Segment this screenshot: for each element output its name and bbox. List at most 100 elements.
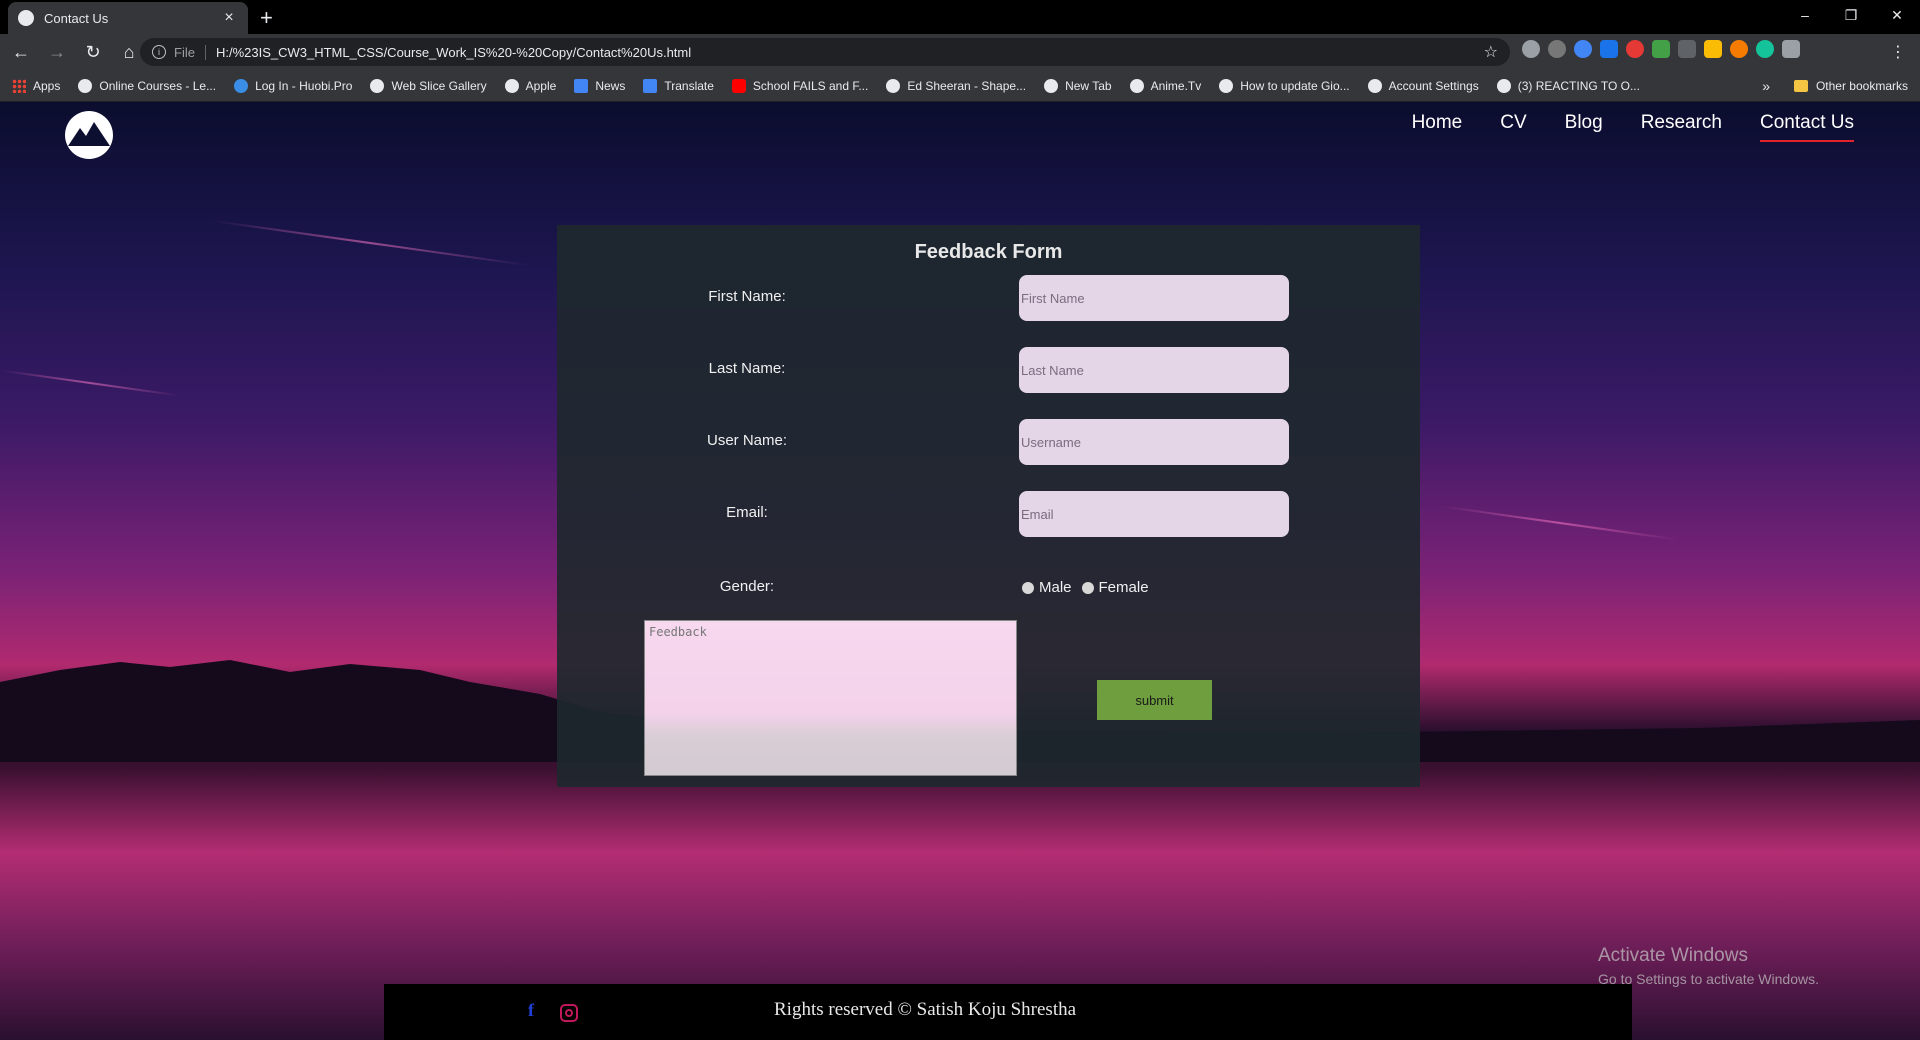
grammarly-icon[interactable]	[1756, 40, 1774, 58]
browser-menu-icon[interactable]: ⋮	[1890, 42, 1906, 62]
nav-link-blog[interactable]: Blog	[1565, 112, 1603, 142]
form-title: Feedback Form	[914, 241, 1063, 263]
apple-icon	[504, 78, 519, 93]
tab-strip: Contact Us × + – ❐ ✕	[0, 0, 1920, 34]
minimize-button[interactable]: –	[1782, 0, 1828, 30]
shield-extension-icon[interactable]	[1626, 40, 1644, 58]
note-extension-icon[interactable]	[1704, 40, 1722, 58]
last-name-label: Last Name:	[708, 360, 786, 377]
apps-grid-icon	[12, 78, 26, 93]
facebook-icon[interactable]: f	[528, 1000, 534, 1021]
settings-extension-icon[interactable]	[1522, 40, 1540, 58]
bookmark-item[interactable]: New Tab	[1044, 78, 1112, 93]
bookmark-item[interactable]: Anime.Tv	[1129, 78, 1202, 93]
gender-female-label[interactable]: Female	[1099, 579, 1149, 596]
email-input[interactable]	[1019, 491, 1289, 537]
email-label: Email:	[726, 504, 768, 521]
other-bookmarks[interactable]: Other bookmarks	[1793, 78, 1908, 93]
globe-icon	[18, 10, 34, 26]
bookmark-item[interactable]: Translate	[643, 78, 714, 93]
gender-male-label[interactable]: Male	[1039, 579, 1072, 596]
bookmarks-bar: Apps Online Courses - Le... Log In - Huobi…	[0, 70, 1920, 102]
globe-icon	[1044, 78, 1059, 93]
bookmark-label: Web Slice Gallery	[391, 78, 487, 93]
nav-link-contact-us[interactable]: Contact Us	[1760, 112, 1854, 142]
footer-copyright: Rights reserved © Satish Koju Shrestha	[774, 999, 1077, 1020]
back-button[interactable]: ←	[6, 37, 36, 67]
nav-link-home[interactable]: Home	[1412, 112, 1463, 142]
browser-tab[interactable]: Contact Us ×	[8, 2, 248, 34]
reload-button[interactable]: ↻	[78, 37, 108, 67]
url-text[interactable]: H:/%23IS_CW3_HTML_CSS/Course_Work_IS%20-…	[216, 45, 1484, 60]
extensions-area	[1522, 40, 1800, 58]
bookmark-item[interactable]: Log In - Huobi.Pro	[234, 78, 353, 93]
bookmark-item[interactable]: Ed Sheeran - Shape...	[886, 78, 1027, 93]
bookmark-item[interactable]: (3) REACTING TO O...	[1496, 78, 1640, 93]
site-footer: f Rights reserved © Satish Koju Shrestha	[384, 984, 1632, 1040]
sync-extension-icon[interactable]	[1574, 40, 1592, 58]
profile-extension-icon[interactable]	[1782, 40, 1800, 58]
bookmarks-overflow-button[interactable]: »	[1762, 78, 1770, 94]
username-input[interactable]	[1019, 419, 1289, 465]
bookmark-item[interactable]: News	[574, 78, 625, 93]
restore-button[interactable]: ❐	[1828, 0, 1874, 30]
globe-icon	[78, 78, 93, 93]
bookmark-item[interactable]: How to update Gio...	[1219, 78, 1350, 93]
bookmark-label: Ed Sheeran - Shape...	[907, 78, 1027, 93]
leaf-extension-icon[interactable]	[1652, 40, 1670, 58]
bookmark-label: Apple	[525, 78, 557, 93]
last-name-input[interactable]	[1019, 347, 1289, 393]
gender-male-radio[interactable]	[1022, 581, 1034, 594]
gender-female-radio[interactable]	[1081, 581, 1094, 594]
bookmark-label: Anime.Tv	[1150, 78, 1202, 93]
bookmark-label: New Tab	[1065, 78, 1112, 93]
bookmark-item[interactable]: Online Courses - Le...	[78, 78, 217, 93]
bookmark-item[interactable]: School FAILS and F...	[731, 78, 868, 93]
page-viewport: SATISH Home CV Blog Research Contact Us Feed…	[0, 102, 1920, 1040]
address-bar[interactable]: i File H:/%23IS_CW3_HTML_CSS/Course_Work…	[140, 38, 1510, 66]
activate-windows-watermark: Activate Windows Go to Settings to activ…	[1598, 945, 1819, 987]
first-name-input[interactable]	[1019, 275, 1289, 321]
feedback-form: Feedback Form First Name: Last Name: Use…	[557, 225, 1420, 787]
feedback-textarea[interactable]	[644, 620, 1017, 776]
tab-title: Contact Us	[44, 10, 109, 26]
instagram-icon[interactable]	[560, 1004, 578, 1022]
new-tab-button[interactable]: +	[260, 5, 273, 31]
site-nav: Home CV Blog Research Contact Us	[1412, 112, 1854, 142]
nav-link-research[interactable]: Research	[1641, 112, 1722, 142]
bookmark-item[interactable]: Web Slice Gallery	[370, 78, 487, 93]
bookmark-item[interactable]: Apps	[12, 78, 60, 93]
gender-options: Male Female	[1022, 579, 1159, 596]
browser-toolbar: ← → ↻ ⌂ i File H:/%23IS_CW3_HTML_CSS/Cou…	[0, 34, 1920, 70]
close-window-button[interactable]: ✕	[1874, 0, 1920, 30]
light-streak	[211, 219, 529, 267]
window-controls: – ❐ ✕	[1782, 0, 1920, 30]
bookmark-label: Account Settings	[1388, 78, 1479, 93]
logo-text: SATISH	[75, 150, 103, 157]
scheme-label: File	[174, 44, 206, 60]
globe-icon	[1219, 78, 1234, 93]
pause-extension-icon[interactable]	[1548, 40, 1566, 58]
nav-link-cv[interactable]: CV	[1500, 112, 1526, 142]
forward-button[interactable]: →	[42, 37, 72, 67]
cloud-extension-icon[interactable]	[1600, 40, 1618, 58]
globe-icon	[1367, 78, 1382, 93]
folder-icon	[1793, 79, 1808, 92]
bookmark-label: Online Courses - Le...	[99, 78, 217, 93]
bookmark-label: How to update Gio...	[1240, 78, 1350, 93]
tab-close-button[interactable]: ×	[220, 9, 238, 27]
chrome-extension-icon[interactable]	[1730, 40, 1748, 58]
bookmark-label: Log In - Huobi.Pro	[255, 78, 353, 93]
bookmark-item[interactable]: Apple	[504, 78, 557, 93]
bookmark-item[interactable]: Account Settings	[1367, 78, 1479, 93]
first-name-label: First Name:	[708, 288, 786, 305]
other-bookmarks-label: Other bookmarks	[1815, 78, 1908, 93]
bookmark-star-icon[interactable]: ☆	[1484, 42, 1498, 62]
move-extension-icon[interactable]	[1678, 40, 1696, 58]
info-icon[interactable]: i	[152, 45, 166, 59]
globe-icon	[1129, 78, 1144, 93]
globe-icon	[370, 78, 385, 93]
submit-button[interactable]: submit	[1097, 680, 1212, 720]
youtube-icon	[731, 78, 746, 93]
translate-icon	[643, 78, 658, 93]
